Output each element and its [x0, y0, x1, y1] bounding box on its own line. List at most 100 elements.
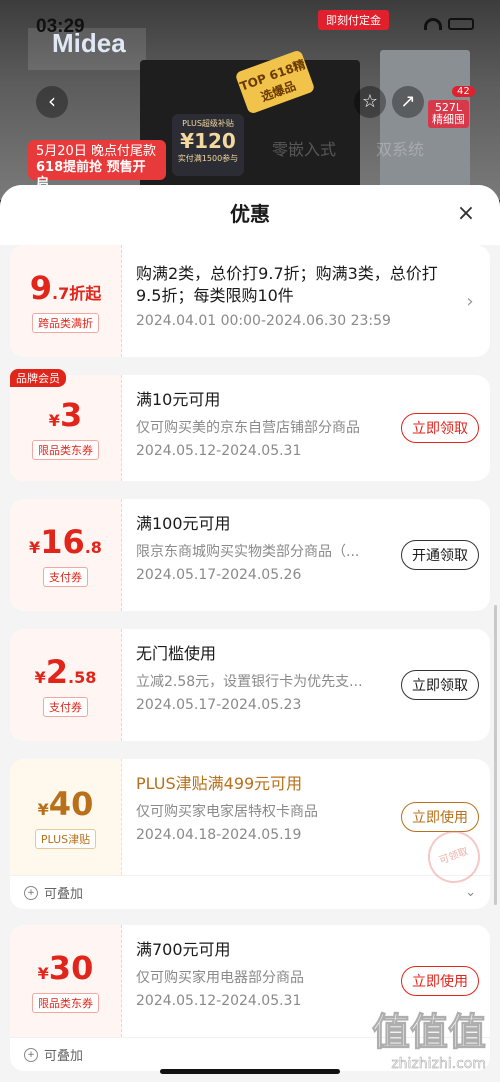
coupon-amount: ¥3 — [49, 396, 82, 434]
coupon-info: 满10元可用 仅可购买美的京东自营店铺部分商品 2024.05.12-2024.… — [122, 375, 390, 481]
promo-tag: 即刻付定金 — [318, 10, 389, 30]
coupon-title: PLUS津贴满499元可用 — [136, 774, 303, 793]
scrollbar[interactable] — [494, 605, 497, 905]
coupon-action[interactable]: › — [450, 245, 490, 357]
chevron-right-icon[interactable]: › — [466, 291, 473, 312]
back-button[interactable]: ‹ — [36, 86, 68, 118]
coupon-amount-panel: 9.7折起 跨品类满折 — [10, 245, 122, 357]
chevron-down-icon[interactable]: ⌄ — [465, 885, 476, 900]
coupon-amount: 9.7折起 — [30, 269, 101, 307]
currency-symbol: ¥ — [48, 411, 60, 430]
capacity-tag: 527L 精细囤 — [428, 100, 469, 128]
coupon-amount-panel: ¥2.58 支付券 — [10, 629, 122, 741]
coupon-title: 满100元可用 — [136, 514, 231, 533]
battery-icon — [448, 18, 474, 30]
coupon-action: 立即领取 — [390, 629, 490, 741]
coupon-date: 2024.05.12-2024.05.31 — [136, 993, 302, 1009]
coupon-info: 无门槛使用 立减2.58元，设置银行卡为优先支... 2024.05.17-20… — [122, 629, 390, 741]
coupon-desc: 仅可购买家用电器部分商品 — [136, 970, 304, 986]
open-and-claim-button[interactable]: 开通领取 — [401, 540, 479, 570]
coupon-date: 2024.05.12-2024.05.31 — [136, 443, 302, 459]
amount-big: 40 — [48, 785, 94, 823]
coupon-date: 2024.05.17-2024.05.26 — [136, 567, 302, 583]
wifi-icon — [424, 18, 442, 30]
sheet-title: 优惠 — [230, 202, 270, 226]
favorite-star-icon[interactable]: ☆ — [354, 86, 386, 118]
banner-line-1: 5月20日 晚点付尾款 — [36, 144, 156, 159]
coupon-title: 满10元可用 — [136, 390, 221, 409]
coupon-date: 2024.05.17-2024.05.23 — [136, 697, 302, 713]
currency-symbol: ¥ — [37, 800, 49, 819]
coupon-date: 2024.04.01 00:00-2024.06.30 23:59 — [136, 313, 391, 329]
coupon-card-group: ¥40 PLUS津贴 PLUS津贴满499元可用 仅可购买家电家居特权卡商品 2… — [10, 759, 490, 909]
coupon-desc: 限京东商城购买实物类部分商品（... — [136, 544, 360, 560]
coupon-info: 购满2类，总价打9.7折；购满3类，总价打9.5折；每类限购10件 2024.0… — [122, 245, 450, 357]
coupon-info: 满700元可用 仅可购买家用电器部分商品 2024.05.12-2024.05.… — [122, 925, 390, 1037]
coupon-card-cross-category[interactable]: 9.7折起 跨品类满折 购满2类，总价打9.7折；购满3类，总价打9.5折；每类… — [10, 245, 490, 357]
coupon-title: 购满2类，总价打9.7折；购满3类，总价打9.5折；每类限购10件 — [136, 264, 438, 305]
amount-small: .7折起 — [52, 284, 102, 303]
close-icon[interactable]: × — [454, 202, 478, 226]
watermark-url: zhizhizhi.com — [391, 1056, 486, 1073]
bg-feature-1: 零嵌入式 — [272, 140, 337, 159]
stackable-label: 可叠加 — [44, 1049, 84, 1064]
sheet-header: 优惠 × — [0, 185, 500, 245]
stackable-row[interactable]: + 可叠加 ⌄ — [10, 875, 490, 909]
plus-subsidy-label: PLUS超级补贴 — [182, 119, 234, 128]
home-indicator — [160, 1069, 340, 1074]
currency-symbol: ¥ — [34, 668, 46, 687]
coupon-type-tag: PLUS津贴 — [34, 829, 97, 849]
stackable-icon: + — [24, 885, 38, 900]
plus-subsidy-box: PLUS超级补贴 ¥120 实付满1500参与 — [172, 114, 244, 176]
use-now-button[interactable]: 立即使用 — [401, 966, 479, 996]
watermark: 值值值 zhizhizhi.com — [371, 1001, 486, 1073]
coupon-amount-panel: ¥30 限品类东券 — [10, 925, 122, 1037]
cart-count-badge: 42 — [452, 86, 475, 97]
coupon-card[interactable]: ¥2.58 支付券 无门槛使用 立减2.58元，设置银行卡为优先支... 202… — [10, 629, 490, 741]
status-time: 03:29 — [36, 16, 85, 37]
claim-button[interactable]: 立即领取 — [401, 670, 479, 700]
coupon-card[interactable]: 品牌会员 ¥3 限品类东券 满10元可用 仅可购买美的京东自营店铺部分商品 20… — [10, 369, 490, 481]
coupon-info: PLUS津贴满499元可用 仅可购买家电家居特权卡商品 2024.04.18-2… — [122, 759, 390, 875]
coupon-list: 9.7折起 跨品类满折 购满2类，总价打9.7折；购满3类，总价打9.5折；每类… — [0, 245, 500, 1082]
coupon-amount-panel: ¥16.8 支付券 — [10, 499, 122, 611]
amount-big: 30 — [48, 949, 94, 987]
coupon-title: 无门槛使用 — [136, 644, 217, 663]
coupon-card-plus[interactable]: ¥40 PLUS津贴 PLUS津贴满499元可用 仅可购买家电家居特权卡商品 2… — [10, 759, 490, 891]
bg-feature-2: 双系统 — [376, 140, 425, 159]
status-icons — [424, 18, 474, 30]
coupon-info: 满100元可用 限京东商城购买实物类部分商品（... 2024.05.17-20… — [122, 499, 390, 611]
currency-symbol: ¥ — [29, 538, 41, 557]
coupon-amount-panel: ¥3 限品类东券 — [10, 375, 122, 481]
member-tag: 品牌会员 — [10, 369, 66, 387]
stackable-label: 可叠加 — [44, 887, 84, 902]
amount-big: 2 — [45, 653, 69, 691]
coupon-amount-panel: ¥40 PLUS津贴 — [10, 759, 122, 875]
coupon-amount: ¥2.58 — [35, 653, 97, 691]
coupon-desc: 立减2.58元，设置银行卡为优先支... — [136, 674, 363, 690]
coupon-action: 开通领取 — [390, 499, 490, 611]
coupon-type-tag: 跨品类满折 — [32, 313, 99, 333]
coupon-action: 立即领取 — [390, 375, 490, 481]
presale-banner: 5月20日 晚点付尾款 618提前抢 预售开启 — [28, 140, 166, 191]
coupon-type-tag: 限品类东券 — [32, 993, 99, 1013]
amount-small: .58 — [68, 668, 97, 687]
amount-big: 9 — [29, 269, 53, 307]
amount-big: 3 — [59, 396, 83, 434]
discount-sheet: 优惠 × 9.7折起 跨品类满折 购满2类，总价打9.7折；购满3类，总价打9.… — [0, 185, 500, 1082]
use-now-button[interactable]: 立即使用 — [401, 802, 479, 832]
share-icon[interactable]: ↗ — [392, 86, 424, 118]
claim-button[interactable]: 立即领取 — [401, 413, 479, 443]
coupon-type-tag: 支付券 — [43, 697, 88, 717]
coupon-desc: 仅可购买美的京东自营店铺部分商品 — [136, 420, 360, 436]
coupon-type-tag: 支付券 — [43, 567, 88, 587]
currency-symbol: ¥ — [37, 964, 49, 983]
coupon-amount: ¥30 — [38, 949, 94, 987]
plus-subsidy-amount: ¥120 — [180, 129, 236, 153]
coupon-date: 2024.04.18-2024.05.19 — [136, 827, 302, 843]
coupon-card[interactable]: ¥16.8 支付券 满100元可用 限京东商城购买实物类部分商品（... 202… — [10, 499, 490, 611]
coupon-desc: 仅可购买家电家居特权卡商品 — [136, 804, 318, 820]
capacity-label: 精细囤 — [432, 113, 465, 126]
coupon-amount: ¥16.8 — [29, 523, 102, 561]
amount-big: 16 — [40, 523, 85, 561]
